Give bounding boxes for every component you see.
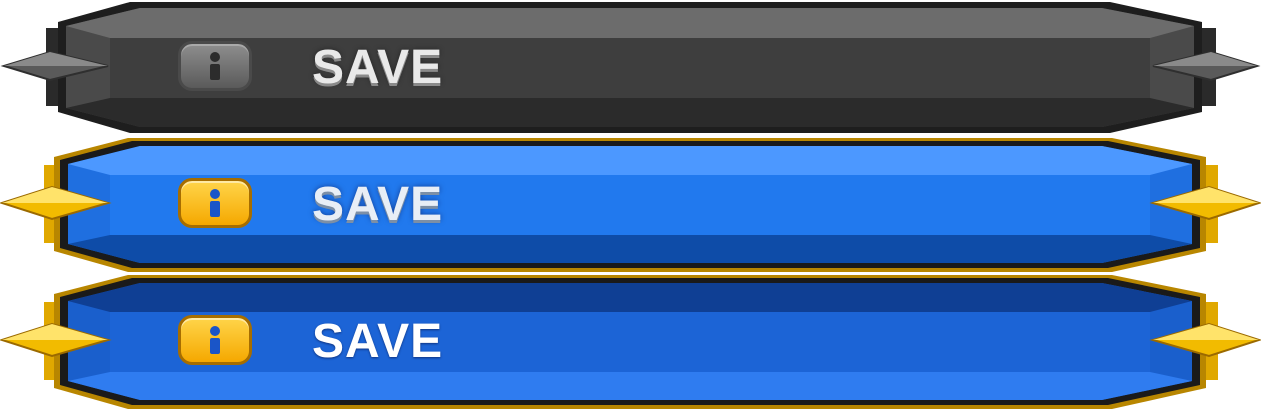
button-label: SAVE (312, 315, 444, 368)
info-person-icon (178, 41, 252, 91)
save-button-default[interactable]: SAVE (0, 0, 1261, 136)
info-person-icon (178, 178, 252, 228)
save-button-states: SAVE SAVE SAVE (0, 0, 1261, 416)
save-button-hover[interactable]: SAVE (0, 137, 1261, 273)
button-label: SAVE (312, 41, 444, 94)
save-button-pressed[interactable]: SAVE (0, 274, 1261, 410)
info-person-icon (178, 315, 252, 365)
button-label: SAVE (312, 178, 444, 231)
